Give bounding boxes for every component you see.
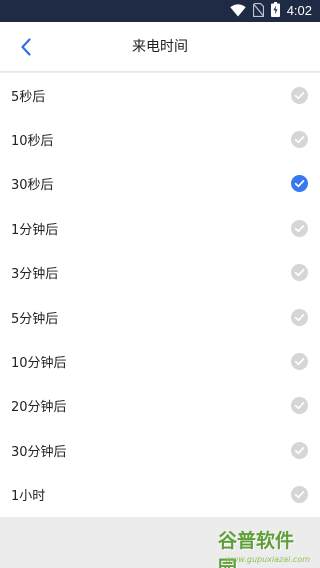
- option-label: 3分钟后: [11, 267, 59, 283]
- no-sim-icon: [252, 2, 264, 21]
- status-bar: 4:02: [0, 0, 320, 22]
- unchecked-circle-icon: [291, 441, 308, 459]
- call-time-option[interactable]: 1小时: [0, 473, 320, 517]
- wifi-icon: [229, 2, 246, 21]
- call-time-option[interactable]: 30秒后: [0, 162, 320, 206]
- unchecked-circle-icon: [291, 86, 308, 104]
- option-label: 30分钟后: [11, 444, 67, 460]
- checked-circle-icon: [291, 175, 308, 193]
- unchecked-circle-icon: [291, 486, 308, 504]
- call-time-option[interactable]: 5秒后: [0, 73, 320, 117]
- battery-charging-icon: [270, 1, 280, 21]
- call-time-option-list: 5秒后 10秒后 30秒后 1分钟后 3分钟后 5分钟后 10分钟后 20分钟后 30分钟后 1小…: [0, 73, 320, 517]
- option-label: 5分钟后: [11, 311, 59, 327]
- app-bar: 来电时间: [0, 22, 320, 72]
- call-time-option[interactable]: 20分钟后: [0, 384, 320, 428]
- clock-time: 4:02: [286, 3, 312, 18]
- unchecked-circle-icon: [291, 131, 308, 149]
- unchecked-circle-icon: [291, 353, 308, 371]
- watermark-logo: 谷普软件园 www.gupuxiazai.com: [218, 530, 310, 568]
- option-label: 1小时: [11, 489, 46, 505]
- empty-area: 谷普软件园 www.gupuxiazai.com: [0, 517, 320, 568]
- option-label: 1分钟后: [11, 222, 59, 238]
- unchecked-circle-icon: [291, 397, 308, 415]
- call-time-option[interactable]: 1分钟后: [0, 206, 320, 250]
- option-label: 5秒后: [11, 89, 46, 105]
- call-time-option[interactable]: 3分钟后: [0, 251, 320, 295]
- unchecked-circle-icon: [291, 264, 308, 282]
- call-time-option[interactable]: 10秒后: [0, 117, 320, 161]
- call-time-option[interactable]: 10分钟后: [0, 339, 320, 383]
- call-time-option[interactable]: 30分钟后: [0, 428, 320, 472]
- option-label: 10分钟后: [11, 356, 67, 372]
- call-time-option[interactable]: 5分钟后: [0, 295, 320, 339]
- status-icons: 4:02: [229, 1, 312, 21]
- option-label: 10秒后: [11, 134, 54, 150]
- option-label: 20分钟后: [11, 400, 67, 416]
- option-label: 30秒后: [11, 178, 54, 194]
- page-title: 来电时间: [132, 39, 188, 55]
- unchecked-circle-icon: [291, 219, 308, 237]
- unchecked-circle-icon: [291, 308, 308, 326]
